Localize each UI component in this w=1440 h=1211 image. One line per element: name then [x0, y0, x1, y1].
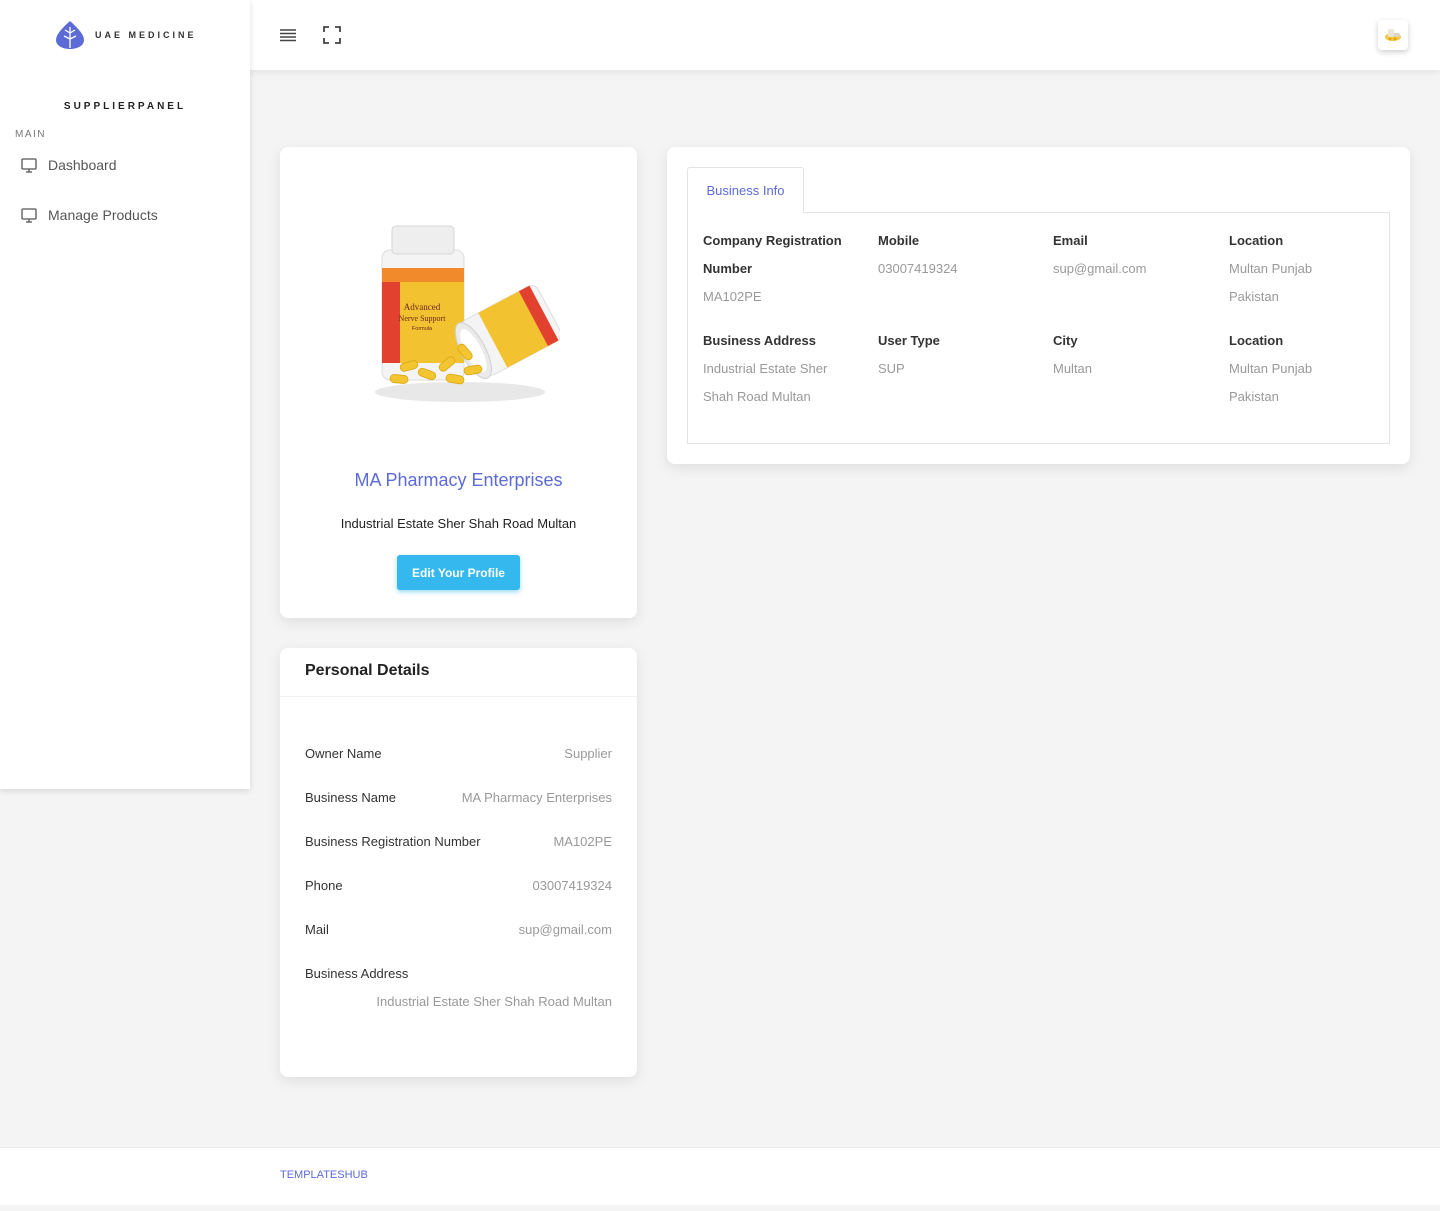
sidebar-item-label: Manage Products [48, 207, 158, 223]
brand-name: UAE MEDICINE [95, 30, 197, 40]
personal-details-title: Personal Details [280, 648, 637, 697]
info-value: sup@gmail.com [1053, 261, 1147, 276]
product-image: Advanced Nerve Support Formula [375, 225, 560, 402]
tab-business-info[interactable]: Business Info [687, 167, 804, 213]
info-label: Number [703, 261, 753, 276]
footer: TEMPLATESHUB [0, 1147, 1440, 1205]
info-label: Location [1229, 233, 1284, 248]
company-name: MA Pharmacy Enterprises [354, 470, 563, 490]
monitor-icon [21, 157, 37, 173]
info-label: City [1053, 333, 1078, 348]
detail-value: Supplier [564, 746, 612, 761]
business-info-card: Business Info Company Registration Numbe… [667, 147, 1410, 464]
detail-value: MA102PE [553, 834, 612, 849]
info-email: Email sup@gmail.com [1053, 227, 1213, 283]
info-label: Email [1053, 233, 1088, 248]
leaf-icon [56, 21, 84, 49]
company-address: Industrial Estate Sher Shah Road Multan [340, 516, 577, 531]
sidebar-item-manage-products[interactable]: Manage Products [0, 190, 250, 240]
detail-label: Business Name [305, 790, 397, 805]
info-value: Industrial Estate Sher [703, 361, 828, 376]
info-value: 03007419324 [878, 261, 958, 276]
detail-row-owner-name: Owner Name Supplier [305, 746, 612, 761]
detail-label: Business Registration Number [305, 834, 481, 849]
sidebar-item-label: Dashboard [48, 157, 117, 173]
sidebar: UAE MEDICINE SUPPLIERPANEL MAIN Dashboar… [0, 0, 250, 789]
sidebar-item-dashboard[interactable]: Dashboard [0, 140, 250, 190]
product-label-line2: Nerve Support [399, 314, 447, 323]
section-label: MAIN [15, 129, 46, 140]
info-value: Multan Punjab [1229, 261, 1313, 276]
brand[interactable]: UAE MEDICINE [0, 0, 250, 70]
detail-label: Owner Name [305, 746, 382, 761]
fullscreen-icon[interactable] [323, 26, 341, 49]
detail-row-business-address: Business Address [305, 966, 612, 981]
info-value: Pakistan [1229, 289, 1279, 304]
info-mobile: Mobile 03007419324 [878, 227, 1038, 283]
avatar[interactable] [1378, 20, 1408, 50]
personal-details-card: Personal Details Owner Name Supplier Bus… [280, 648, 637, 1077]
info-user-type: User Type SUP [878, 327, 1038, 383]
detail-value-business-address: Industrial Estate Sher Shah Road Multan [376, 994, 612, 1009]
footer-link[interactable]: TEMPLATESHUB [280, 1169, 368, 1181]
detail-row-phone: Phone 03007419324 [305, 878, 612, 893]
panel-title: SUPPLIERPANEL [63, 101, 187, 112]
info-label: User Type [878, 333, 940, 348]
detail-value: MA Pharmacy Enterprises [461, 790, 612, 805]
detail-row-mail: Mail sup@gmail.com [305, 922, 612, 937]
profile-card: Advanced Nerve Support Formula MA Pharma… [280, 147, 637, 618]
detail-label: Mail [305, 922, 329, 937]
info-value: Shah Road Multan [703, 389, 811, 404]
avatar-image-icon [1385, 29, 1401, 41]
detail-label: Business Address [305, 966, 409, 981]
info-business-address: Business Address Industrial Estate Sher … [703, 327, 863, 411]
detail-row-registration-number: Business Registration Number MA102PE [305, 834, 612, 849]
info-location: Location Multan Punjab Pakistan [1229, 227, 1389, 311]
info-label: Business Address [703, 333, 816, 348]
info-value: SUP [878, 361, 905, 376]
detail-row-business-name: Business Name MA Pharmacy Enterprises [305, 790, 612, 805]
info-value: Pakistan [1229, 389, 1279, 404]
monitor-icon [21, 207, 37, 223]
product-label-line1: Advanced [404, 302, 441, 312]
info-location-2: Location Multan Punjab Pakistan [1229, 327, 1389, 411]
info-city: City Multan [1053, 327, 1213, 383]
info-label: Location [1229, 333, 1284, 348]
info-company-registration: Company Registration Number MA102PE [703, 227, 863, 311]
detail-value: 03007419324 [532, 878, 612, 893]
info-label: Company Registration [703, 233, 842, 248]
info-value: Multan Punjab [1229, 361, 1313, 376]
info-value: MA102PE [703, 289, 762, 304]
business-info-panel: Company Registration Number MA102PE Mobi… [687, 212, 1390, 444]
hamburger-icon[interactable] [279, 26, 297, 49]
product-label-line3: Formula [412, 326, 433, 332]
detail-label: Phone [305, 878, 343, 893]
edit-profile-button[interactable]: Edit Your Profile [397, 555, 520, 590]
info-label: Mobile [878, 233, 920, 248]
info-value: Multan [1053, 361, 1093, 376]
detail-value: sup@gmail.com [518, 922, 612, 937]
